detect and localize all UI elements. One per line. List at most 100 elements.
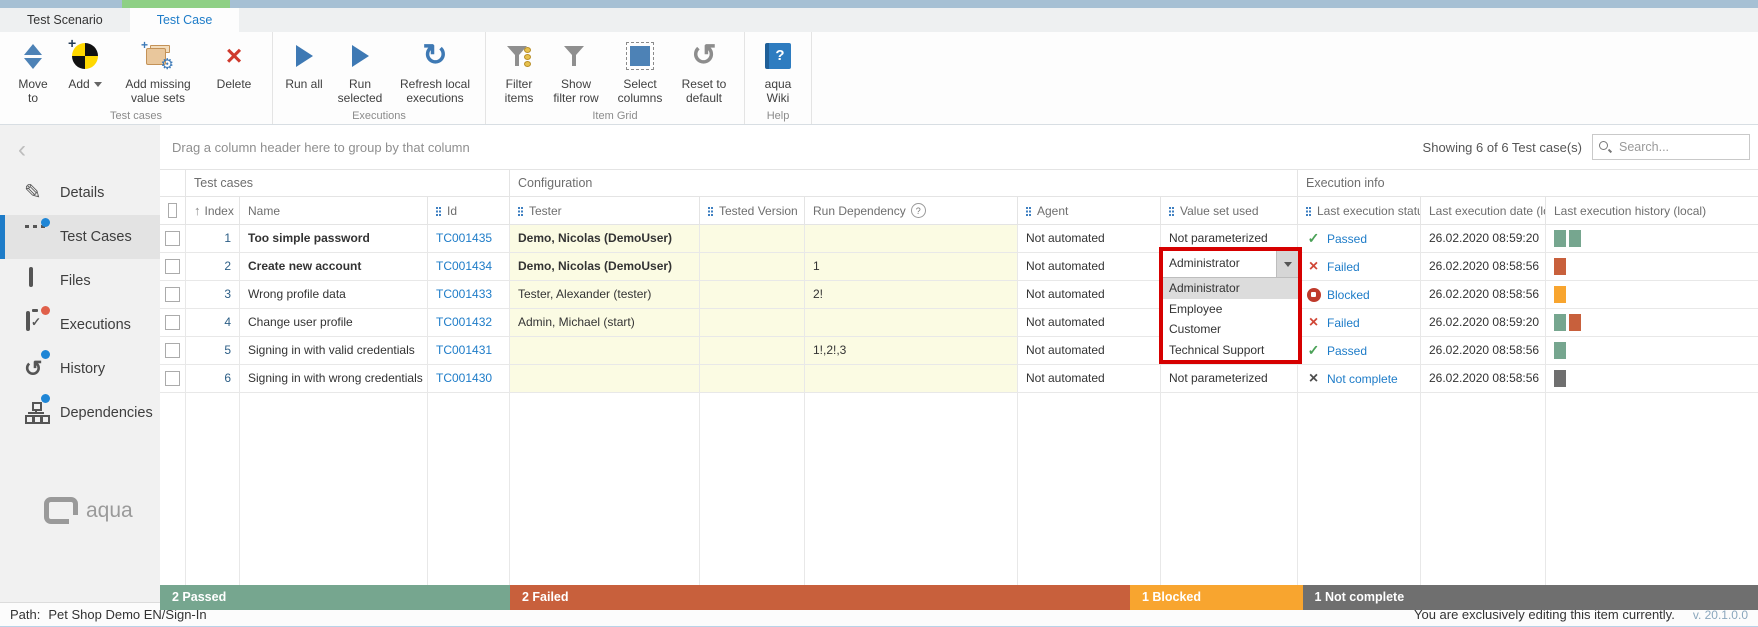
column-header-agent[interactable]: Agent bbox=[1018, 197, 1161, 224]
combobox-dropdown-button[interactable] bbox=[1276, 251, 1298, 277]
add-button[interactable]: + Add bbox=[58, 35, 112, 93]
cell-tested-version[interactable] bbox=[700, 281, 805, 308]
cell-agent[interactable]: Not automated bbox=[1018, 253, 1161, 280]
cell-id-link[interactable]: TC001430 bbox=[428, 365, 510, 392]
table-row: 3 Wrong profile data TC001433 Tester, Al… bbox=[160, 281, 1758, 309]
row-checkbox[interactable] bbox=[165, 371, 180, 386]
band-test-cases[interactable]: Test cases bbox=[186, 170, 510, 196]
sidebar-item-test-cases[interactable]: Test Cases bbox=[0, 215, 160, 259]
row-checkbox-cell[interactable] bbox=[160, 281, 186, 308]
sidebar-item-files[interactable]: Files bbox=[0, 259, 160, 303]
cell-agent[interactable]: Not automated bbox=[1018, 337, 1161, 364]
tab-test-case[interactable]: Test Case bbox=[130, 8, 240, 32]
cell-tester[interactable]: Demo, Nicolas (DemoUser) bbox=[510, 225, 700, 252]
column-header-name[interactable]: Name bbox=[240, 197, 428, 224]
row-checkbox-cell[interactable] bbox=[160, 309, 186, 336]
cell-run-dependency[interactable] bbox=[805, 225, 1018, 252]
sidebar-item-history[interactable]: ↺ History bbox=[0, 347, 160, 391]
cell-tested-version[interactable] bbox=[700, 253, 805, 280]
option-administrator[interactable]: Administrator bbox=[1163, 278, 1298, 299]
cell-id-link[interactable]: TC001434 bbox=[428, 253, 510, 280]
badge-dot bbox=[41, 306, 50, 315]
cell-tester[interactable] bbox=[510, 337, 700, 364]
row-checkbox-cell[interactable] bbox=[160, 337, 186, 364]
column-header-tester[interactable]: Tester bbox=[510, 197, 700, 224]
filter-items-button[interactable]: Filter items bbox=[494, 35, 544, 107]
cell-id-link[interactable]: TC001435 bbox=[428, 225, 510, 252]
row-checkbox[interactable] bbox=[165, 259, 180, 274]
option-technical-support[interactable]: Technical Support bbox=[1163, 340, 1298, 361]
search-box[interactable] bbox=[1592, 134, 1750, 160]
refresh-local-executions-button[interactable]: ↻ Refresh local executions bbox=[393, 35, 477, 107]
status-link[interactable]: Failed bbox=[1327, 316, 1360, 330]
row-checkbox-cell[interactable] bbox=[160, 225, 186, 252]
column-header-index[interactable]: ↑Index bbox=[186, 197, 240, 224]
band-execution-info[interactable]: Execution info bbox=[1298, 170, 1758, 196]
add-missing-value-sets-button[interactable]: +⚙ Add missing value sets bbox=[112, 35, 204, 107]
group-by-drop-zone[interactable]: Drag a column header here to group by th… bbox=[172, 140, 1423, 155]
band-configuration[interactable]: Configuration bbox=[510, 170, 1298, 196]
cell-tested-version[interactable] bbox=[700, 225, 805, 252]
aqua-wiki-button[interactable]: ? aqua Wiki bbox=[753, 35, 803, 107]
column-header-tested-version[interactable]: Tested Version bbox=[700, 197, 805, 224]
cell-id-link[interactable]: TC001431 bbox=[428, 337, 510, 364]
row-checkbox[interactable] bbox=[165, 231, 180, 246]
status-link[interactable]: Passed bbox=[1327, 232, 1367, 246]
ribbon-tabs: Test Scenario Test Case bbox=[0, 8, 1758, 32]
column-header-run-dependency[interactable]: Run Dependency bbox=[805, 197, 1018, 224]
row-checkbox[interactable] bbox=[165, 315, 180, 330]
cell-run-dependency[interactable]: 1!,2!,3 bbox=[805, 337, 1018, 364]
sidebar-item-details[interactable]: ✎ Details bbox=[0, 171, 160, 215]
cell-tested-version[interactable] bbox=[700, 337, 805, 364]
select-columns-button[interactable]: Select columns bbox=[608, 35, 672, 107]
cell-run-dependency[interactable] bbox=[805, 365, 1018, 392]
cell-agent[interactable]: Not automated bbox=[1018, 309, 1161, 336]
status-link[interactable]: Failed bbox=[1327, 260, 1360, 274]
cell-id-link[interactable]: TC001432 bbox=[428, 309, 510, 336]
reset-to-default-button[interactable]: ↺ Reset to default bbox=[672, 35, 736, 107]
run-all-button[interactable]: Run all bbox=[281, 35, 327, 93]
select-all-checkbox[interactable] bbox=[168, 203, 177, 218]
column-header-last-execution-history[interactable]: Last execution history (local) bbox=[1546, 197, 1758, 224]
cell-tester[interactable]: Demo, Nicolas (DemoUser) bbox=[510, 253, 700, 280]
cell-agent[interactable]: Not automated bbox=[1018, 281, 1161, 308]
tab-test-scenario[interactable]: Test Scenario bbox=[0, 8, 130, 32]
cell-run-dependency[interactable] bbox=[805, 309, 1018, 336]
option-customer[interactable]: Customer bbox=[1163, 319, 1298, 340]
cell-run-dependency[interactable]: 2! bbox=[805, 281, 1018, 308]
sidebar-collapse-icon[interactable]: ‹ bbox=[18, 140, 26, 160]
row-checkbox[interactable] bbox=[165, 343, 180, 358]
sidebar-item-executions[interactable]: Executions bbox=[0, 303, 160, 347]
cell-value-set[interactable]: Not parameterized bbox=[1161, 365, 1298, 392]
option-employee[interactable]: Employee bbox=[1163, 299, 1298, 320]
move-to-button[interactable]: Move to bbox=[8, 35, 58, 107]
cell-tester[interactable] bbox=[510, 365, 700, 392]
select-all-checkbox-cell[interactable] bbox=[160, 197, 186, 224]
cell-tester[interactable]: Tester, Alexander (tester) bbox=[510, 281, 700, 308]
sidebar-item-label: Files bbox=[60, 273, 91, 289]
column-header-last-execution-date[interactable]: Last execution date (local) bbox=[1421, 197, 1546, 224]
cell-tested-version[interactable] bbox=[700, 365, 805, 392]
row-checkbox[interactable] bbox=[165, 287, 180, 302]
row-checkbox-cell[interactable] bbox=[160, 253, 186, 280]
row-checkbox-cell[interactable] bbox=[160, 365, 186, 392]
run-selected-button[interactable]: Run selected bbox=[327, 35, 393, 107]
column-header-value-set-used[interactable]: Value set used bbox=[1161, 197, 1298, 224]
search-input[interactable] bbox=[1617, 139, 1743, 155]
help-circle-icon[interactable] bbox=[911, 203, 926, 218]
value-set-combobox[interactable]: Administrator bbox=[1163, 251, 1298, 278]
cell-run-dependency[interactable]: 1 bbox=[805, 253, 1018, 280]
status-link[interactable]: Not complete bbox=[1327, 372, 1398, 386]
cell-id-link[interactable]: TC001433 bbox=[428, 281, 510, 308]
cell-tested-version[interactable] bbox=[700, 309, 805, 336]
delete-button[interactable]: × Delete bbox=[204, 35, 264, 93]
cell-tester[interactable]: Admin, Michael (start) bbox=[510, 309, 700, 336]
cell-agent[interactable]: Not automated bbox=[1018, 365, 1161, 392]
show-filter-row-button[interactable]: Show filter row bbox=[544, 35, 608, 107]
sidebar-item-dependencies[interactable]: Dependencies bbox=[0, 391, 160, 435]
status-link[interactable]: Passed bbox=[1327, 344, 1367, 358]
cell-agent[interactable]: Not automated bbox=[1018, 225, 1161, 252]
column-header-last-execution-status[interactable]: Last execution statu... bbox=[1298, 197, 1421, 224]
status-link[interactable]: Blocked bbox=[1327, 288, 1370, 302]
column-header-id[interactable]: Id bbox=[428, 197, 510, 224]
